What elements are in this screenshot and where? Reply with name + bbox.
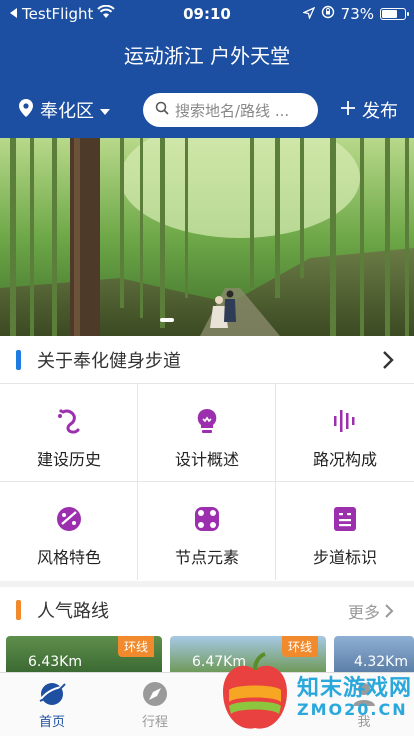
battery-icon — [380, 8, 409, 20]
route-distance: 6.43Km — [28, 654, 82, 670]
plus-icon — [340, 100, 356, 121]
location-label: 奉化区 — [40, 101, 94, 122]
tab-label: 行程 — [141, 715, 168, 730]
grid-item-label: 路况构成 — [312, 450, 377, 469]
watermark-name: 知末游戏网 — [297, 676, 413, 701]
page-title: 运动浙江 户外天堂 — [123, 44, 291, 68]
about-section: 关于奉化健身步道 建设历史 设计概述 路况构成 风格特色 节点元素 步道标识 — [0, 336, 414, 581]
section-accent-bar — [16, 600, 21, 620]
chevron-right-icon[interactable] — [382, 350, 394, 374]
signboard-icon — [334, 507, 356, 531]
grid-item-style[interactable]: 风格特色 — [0, 482, 138, 580]
carousel-indicator[interactable] — [160, 318, 174, 322]
status-bar: TestFlight 09:10 73% — [0, 0, 414, 28]
rotation-lock-icon — [321, 5, 335, 23]
publish-label: 发布 — [362, 101, 398, 122]
route-card[interactable]: 6.43Km 环线 — [6, 636, 162, 672]
grid-item-label: 步道标识 — [312, 548, 377, 567]
battery-percent: 73% — [340, 5, 374, 23]
route-tag: 环线 — [117, 636, 154, 657]
tab-trip[interactable]: 行程 — [125, 679, 185, 730]
caret-down-icon — [100, 100, 110, 121]
popular-title: 人气路线 — [37, 601, 109, 622]
grid-item-signs[interactable]: 步道标识 — [276, 482, 414, 580]
footprint-icon — [58, 409, 80, 434]
watermark-logo — [223, 652, 287, 729]
search-placeholder: 搜索地名/路线 ... — [175, 101, 290, 120]
more-label: 更多 — [347, 603, 380, 622]
bamboo-forest-photo — [0, 138, 414, 336]
lightbulb-icon — [197, 408, 217, 433]
section-accent-bar — [16, 349, 21, 370]
grid-item-design[interactable]: 设计概述 — [138, 384, 276, 482]
compass-icon — [143, 682, 167, 706]
about-header[interactable]: 关于奉化健身步道 — [0, 336, 414, 384]
search-icon — [155, 101, 169, 119]
palette-icon — [57, 507, 81, 531]
location-selector[interactable]: 奉化区 — [18, 97, 110, 123]
app-header: TestFlight 09:10 73% 运动浙江 户外天堂 奉化区 搜索地名/… — [0, 0, 414, 138]
nodes-icon — [195, 507, 219, 531]
search-input[interactable]: 搜索地名/路线 ... — [143, 93, 318, 127]
watermark-domain: ZMO20.CN — [297, 700, 408, 719]
grid-item-road[interactable]: 路况构成 — [276, 384, 414, 482]
bars-icon — [334, 410, 355, 432]
more-link[interactable]: 更多 — [348, 599, 394, 623]
about-grid: 建设历史 设计概述 路况构成 风格特色 节点元素 步道标识 — [0, 384, 414, 581]
chevron-right-icon — [385, 604, 394, 618]
about-title: 关于奉化健身步道 — [37, 350, 181, 372]
battery-level — [382, 10, 397, 18]
grid-item-label: 风格特色 — [36, 548, 101, 567]
status-right: 73% — [301, 5, 409, 23]
grid-item-nodes[interactable]: 节点元素 — [138, 482, 276, 580]
grid-item-label: 建设历史 — [36, 450, 101, 469]
watermark: 知末游戏网 ZMO20.CN — [215, 650, 414, 736]
planet-icon — [39, 683, 66, 705]
tab-label: 首页 — [38, 715, 65, 730]
grid-item-label: 节点元素 — [174, 548, 239, 567]
grid-item-label: 设计概述 — [174, 450, 239, 469]
publish-button[interactable]: 发布 — [340, 97, 398, 123]
location-arrow-icon — [301, 5, 315, 23]
tab-home[interactable]: 首页 — [22, 679, 82, 730]
map-pin-icon — [18, 98, 34, 123]
banner-image[interactable] — [0, 138, 414, 336]
grid-item-history[interactable]: 建设历史 — [0, 384, 138, 482]
